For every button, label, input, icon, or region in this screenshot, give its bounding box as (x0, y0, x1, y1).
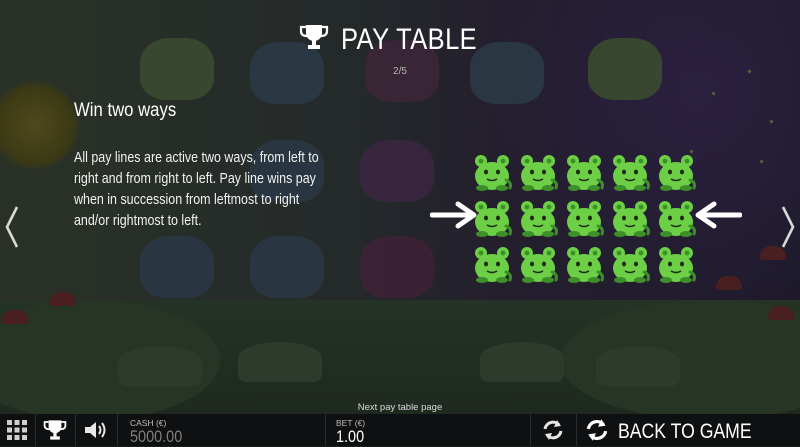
divider (325, 414, 326, 446)
frog-symbol (654, 196, 698, 240)
stump (480, 342, 564, 382)
mushroom (716, 276, 742, 290)
divider (117, 414, 118, 446)
menu-button[interactable] (0, 414, 34, 446)
page-indicator: 2/5 (393, 66, 407, 77)
refresh-button[interactable] (531, 414, 575, 446)
frog-symbol (516, 150, 560, 194)
frog-symbol (562, 242, 606, 286)
frog-symbol (608, 242, 652, 286)
frog-symbol (470, 196, 514, 240)
frog-symbol (608, 196, 652, 240)
frog-symbol (608, 150, 652, 194)
mushroom (50, 292, 76, 306)
frog-symbol (654, 150, 698, 194)
grid-menu-icon (7, 420, 27, 440)
bg-reel-symbol (250, 236, 324, 298)
bet-value: 1.00 (336, 427, 365, 446)
frog-symbol (516, 196, 560, 240)
sound-button[interactable] (76, 414, 116, 446)
stump (238, 342, 322, 382)
frog-symbol (562, 150, 606, 194)
stump (596, 346, 680, 386)
next-page-label[interactable]: Next pay table page (0, 402, 800, 413)
bg-reel-symbol (360, 236, 434, 298)
paytable-button[interactable] (36, 414, 74, 446)
prev-page-button[interactable] (2, 205, 22, 249)
section-description: All pay lines are active two ways, from … (74, 150, 319, 229)
trophy-icon (43, 420, 67, 440)
refresh-icon (586, 419, 608, 441)
back-to-game-label[interactable]: BACK TO GAME (618, 420, 752, 444)
frog-symbol (654, 242, 698, 286)
frog-symbol (470, 150, 514, 194)
arrow-left-icon (692, 200, 743, 230)
next-page-button[interactable] (778, 205, 798, 249)
bottom-bar: CASH (€) 5000.00 BET (€) 1.00 BACK TO GA… (0, 414, 800, 446)
frog-symbol (470, 242, 514, 286)
speaker-icon (85, 422, 106, 438)
cash-value: 5000.00 (130, 427, 183, 446)
bg-reel-symbol (140, 236, 214, 298)
trophy-icon (299, 22, 329, 57)
mushroom (2, 310, 28, 324)
refresh-icon (543, 420, 563, 440)
stump (118, 346, 202, 386)
mushroom (768, 306, 794, 320)
frog-symbol (562, 196, 606, 240)
chevron-right-icon (781, 206, 795, 248)
page-title: PAY TABLE (340, 22, 478, 56)
sun-decoration (0, 80, 80, 170)
paytable-header: PAY TABLE (0, 22, 800, 57)
frog-symbol (516, 242, 560, 286)
chevron-left-icon (5, 206, 19, 248)
section-heading: Win two ways (74, 100, 177, 121)
bg-reel-symbol (360, 140, 434, 202)
